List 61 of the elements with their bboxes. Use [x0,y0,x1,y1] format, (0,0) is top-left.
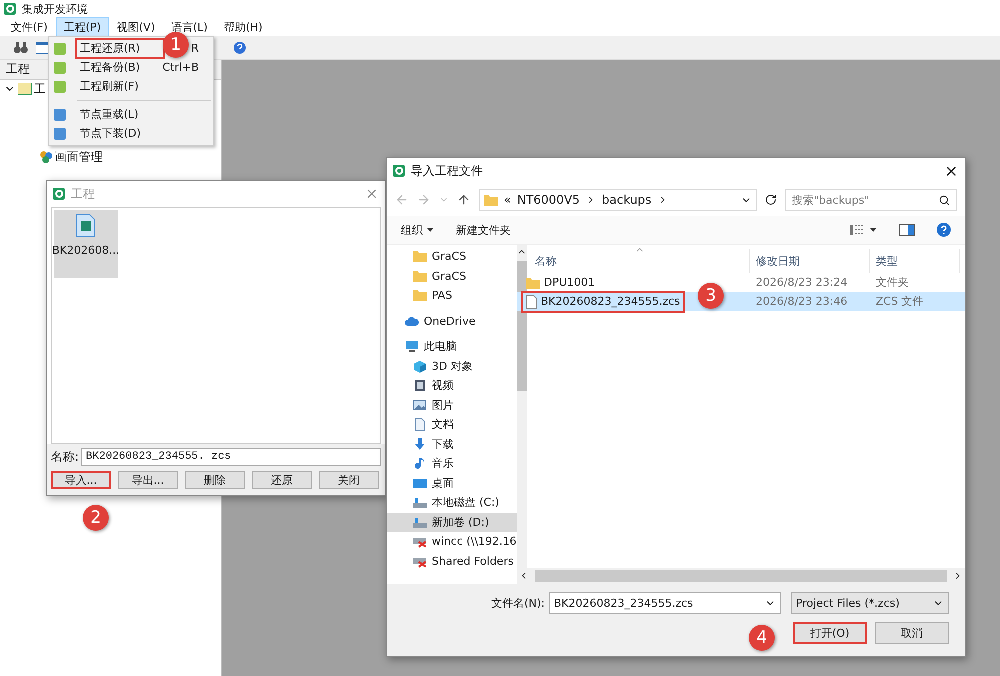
date-cell-text: 2026/8/23 23:24 [755,276,849,289]
nav-item[interactable]: 音乐 [387,454,517,474]
nav-item[interactable]: wincc (\\192.16 [387,532,517,552]
nav-item[interactable]: OneDrive [387,312,517,331]
file-tile[interactable]: BK202608... [54,210,118,278]
address-bar[interactable]: « NT6000V5 backups [479,189,757,211]
name-field[interactable]: BK20260823_234555. zcs [81,448,381,466]
menu-item[interactable]: 工程还原(R) [75,38,165,59]
menu-item[interactable]: 节点下装(D) [75,123,165,144]
menu-item[interactable]: 文件(F) [3,16,56,38]
dialog-button[interactable]: 导出... [118,471,178,489]
panel-title: 工程 [6,61,30,78]
menu-item[interactable]: 工程(P) [56,16,110,38]
nav-item[interactable]: 文档 [387,415,517,434]
column-header[interactable]: 类型 [870,249,960,273]
nav-item[interactable]: 下载 [387,434,517,454]
dialog-button[interactable]: 打开(O) [793,622,867,644]
tree-item[interactable]: 画面管理 [55,148,103,166]
menu-item[interactable]: 视图(V) [109,16,164,38]
organize-button[interactable]: 组织 [401,222,423,238]
type-cell-text: ZCS 文件 [875,294,925,309]
nav-item[interactable]: 桌面 [387,474,517,493]
file-name-field[interactable]: BK20260823_234555.zcs [549,592,781,614]
name-label: 名称: [51,448,80,466]
file-name: BK20260823_234555.zcs [521,290,686,312]
new-folder-button[interactable]: 新建文件夹 [456,222,511,238]
dialog-button[interactable]: 还原 [252,471,312,489]
nav-item[interactable]: 此电脑 [387,337,517,356]
breadcrumb-item[interactable]: NT6000V5 [517,193,580,207]
date-cell-text: 2026/8/23 23:46 [755,295,849,308]
nav-item[interactable]: GraCS [387,247,517,266]
nav-item[interactable]: 新加卷 (D:) [387,512,517,532]
nav-item[interactable]: 本地磁盘 (C:) [387,493,517,512]
shortcut-text: R [191,42,199,55]
menu-item[interactable]: 帮助(H) [216,16,271,38]
file-type-select[interactable]: Project Files (*.zcs) [791,592,949,614]
dialog-button[interactable]: 导入... [51,471,111,489]
column-header[interactable]: 修改日期 [750,249,870,273]
nav-item[interactable]: GraCS [387,266,517,286]
dialog-button[interactable]: 删除 [185,471,245,489]
nav-item[interactable]: 3D 对象 [387,356,517,376]
breadcrumb-item[interactable]: backups [602,193,652,207]
type-cell-text: 文件夹 [875,275,910,290]
menu-item[interactable]: 工程备份(B) [75,57,147,78]
menu-item[interactable]: 工程刷新(F) [75,76,165,97]
dialog-button[interactable]: 取消 [875,622,949,644]
window-title: 集成开发环境 [22,2,88,16]
dialog-button[interactable]: 关闭 [319,471,379,489]
shortcut-text: Ctrl+B [162,61,199,74]
nav-item[interactable]: PAS [387,286,517,306]
nav-item[interactable]: 图片 [387,396,517,415]
nav-item[interactable]: Shared Folders [387,552,517,571]
tree-item[interactable]: 工 [34,80,46,98]
search-field[interactable]: 搜索"backups" [785,189,957,211]
dialog-title: 工程 [71,186,95,202]
nav-item[interactable]: 视频 [387,376,517,396]
file-name: DPU1001 [521,272,600,293]
menu-item[interactable]: 节点重载(L) [75,104,165,125]
dialog-title: 导入工程文件 [411,162,483,180]
file-name-label: 文件名(N): [491,596,545,610]
column-header[interactable]: 名称 [517,249,750,273]
